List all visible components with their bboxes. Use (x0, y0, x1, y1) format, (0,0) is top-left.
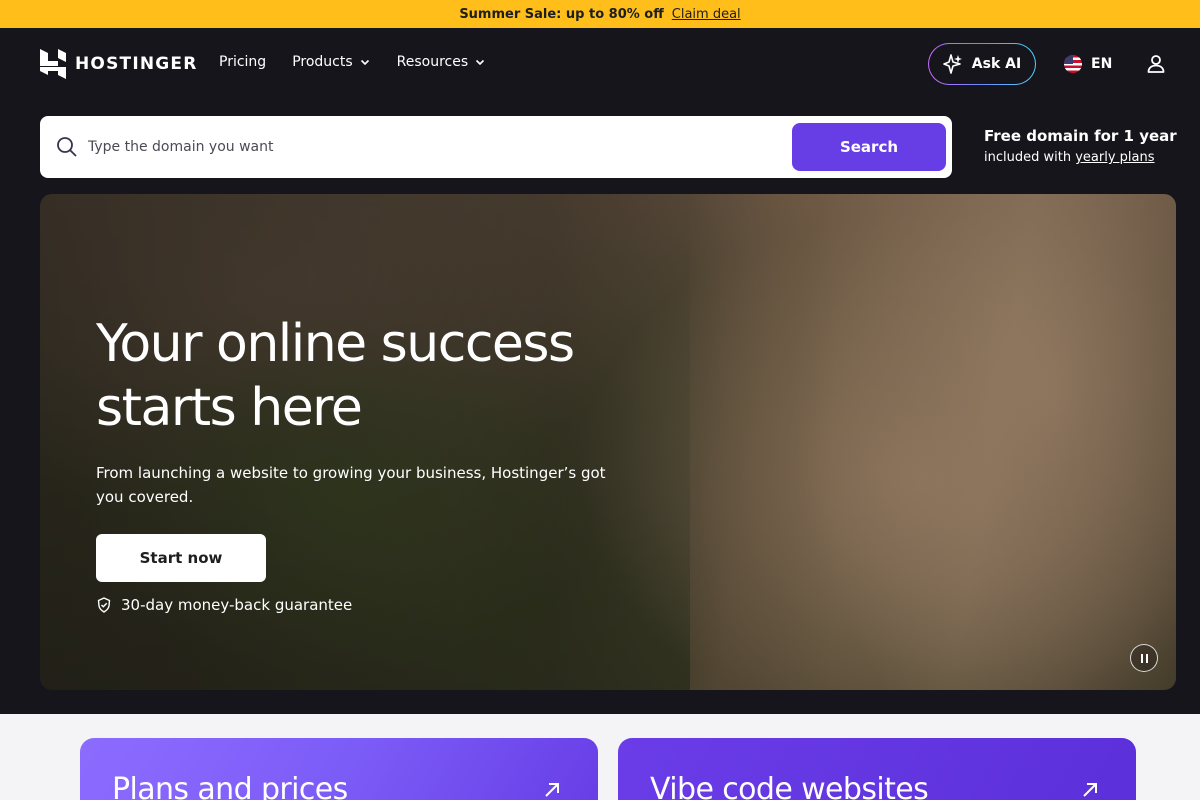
nav-link-resources[interactable]: Resources (397, 54, 487, 70)
pause-icon (1140, 653, 1143, 663)
search-button[interactable]: Search (792, 123, 946, 171)
logo-text: HOSTINGER (75, 54, 198, 74)
card-title: Vibe code websites (650, 772, 929, 800)
start-now-button[interactable]: Start now (96, 534, 266, 582)
sparkle-icon (942, 54, 962, 74)
money-back-guarantee: 30-day money-back guarantee (96, 596, 352, 614)
hostinger-logo-icon (40, 49, 66, 79)
user-account-icon[interactable] (1144, 52, 1168, 76)
main-nav: HOSTINGER Pricing Products Resources Ask… (0, 28, 1200, 100)
chevron-down-icon (476, 59, 485, 66)
hero-subtitle: From launching a website to growing your… (96, 464, 606, 506)
yearly-plans-link[interactable]: yearly plans (1075, 150, 1154, 165)
hero-title-line1: Your online success (96, 314, 575, 374)
card-title: Plans and prices (112, 772, 348, 800)
domain-search-box: Search (40, 116, 952, 178)
search-icon (57, 137, 77, 157)
nav-link-label: Resources (396, 54, 469, 70)
us-flag-icon (1064, 55, 1082, 73)
shield-check-icon (97, 597, 111, 613)
plans-and-prices-card[interactable]: Plans and prices (80, 738, 598, 800)
feature-cards-section: Plans and prices Vibe code websites (0, 714, 1200, 800)
hero-section: Your online success starts here From laun… (40, 194, 1176, 690)
ask-ai-button[interactable]: Ask AI (928, 43, 1036, 85)
nav-link-pricing[interactable]: Pricing (219, 54, 266, 70)
pause-video-button[interactable] (1130, 644, 1158, 672)
free-domain-promo: Free domain for 1 year included with yea… (984, 127, 1184, 165)
nav-link-label: Products (292, 54, 353, 70)
free-domain-title: Free domain for 1 year (984, 127, 1177, 145)
hero-background-image (690, 194, 1176, 690)
language-selector[interactable]: EN (1064, 55, 1112, 73)
guarantee-text: 30-day money-back guarantee (121, 596, 353, 614)
ask-ai-label: Ask AI (971, 56, 1022, 72)
pause-icon (1145, 653, 1148, 663)
arrow-up-right-icon (1083, 783, 1097, 797)
hostinger-logo[interactable]: HOSTINGER (40, 49, 198, 79)
promo-bar: Summer Sale: up to 80% off Claim deal (0, 0, 1200, 28)
language-code: EN (1091, 56, 1113, 72)
claim-deal-link[interactable]: Claim deal (672, 7, 741, 22)
free-domain-prefix: included with (984, 150, 1076, 165)
nav-link-label: Pricing (219, 54, 267, 70)
hero-title-line2: starts here (96, 378, 363, 438)
promo-text: Summer Sale: up to 80% off (459, 6, 664, 22)
nav-link-products[interactable]: Products (292, 54, 370, 70)
free-domain-subtext: included with yearly plans (984, 150, 1184, 165)
chevron-down-icon (360, 59, 369, 66)
hero-title: Your online success starts here (96, 312, 656, 440)
nav-links: Pricing Products Resources (219, 54, 486, 70)
arrow-up-right-icon (545, 783, 559, 797)
vibe-code-websites-card[interactable]: Vibe code websites (618, 738, 1136, 800)
domain-search-input[interactable] (88, 128, 818, 166)
